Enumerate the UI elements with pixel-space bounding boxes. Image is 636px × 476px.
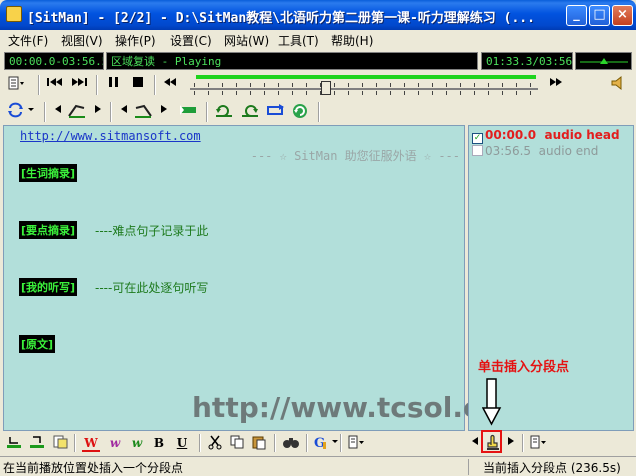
menu-tools[interactable]: 工具(T) xyxy=(278,32,319,49)
fast-forward-icon[interactable] xyxy=(546,75,566,95)
level-icon xyxy=(580,58,628,64)
app-icon[interactable] xyxy=(6,6,22,22)
paste-icon[interactable] xyxy=(250,434,268,452)
a-point-left-icon[interactable] xyxy=(52,102,64,122)
next-track-icon[interactable] xyxy=(70,75,90,95)
segment-checkbox[interactable] xyxy=(472,145,483,156)
format-menu-icon[interactable] xyxy=(346,434,368,452)
repeat-once-icon[interactable] xyxy=(214,102,234,122)
mode-display: 区域复读 - Playing xyxy=(106,52,478,70)
b-point-left-icon[interactable] xyxy=(118,102,130,122)
status-insert-point: 当前插入分段点 (236.5s) xyxy=(468,459,634,475)
set-a-point-icon[interactable] xyxy=(66,102,88,122)
pause-icon[interactable] xyxy=(104,75,124,95)
menu-view[interactable]: 视图(V) xyxy=(61,32,103,49)
purple-word-button[interactable]: w xyxy=(106,434,124,452)
menu-website[interactable]: 网站(W) xyxy=(224,32,269,49)
menu-bar: 文件(F) 视图(V) 操作(P) 设置(C) 网站(W) 工具(T) 帮助(H… xyxy=(0,30,636,50)
stop-icon[interactable] xyxy=(128,75,148,95)
website-link[interactable]: http://www.sitmansoft.com xyxy=(20,129,201,143)
previous-track-icon[interactable] xyxy=(44,75,64,95)
volume-meter xyxy=(575,52,632,70)
green-word-button[interactable]: w xyxy=(128,434,146,452)
dictation-hint: ----可在此处逐句听写 xyxy=(95,281,209,295)
lcd-status-row: 00:00.0-03:56.5 区域复读 - Playing 01:33.3/0… xyxy=(0,50,636,72)
notes-editor[interactable]: http://www.sitmansoft.com --- ☆ SitMan 助… xyxy=(3,125,500,431)
menu-file[interactable]: 文件(F) xyxy=(8,32,48,49)
window-title: [SitMan] - [2/2] - D:\SitMan教程\北语听力第二册第一… xyxy=(27,11,535,26)
insert-below-icon[interactable] xyxy=(27,434,47,452)
loop-range-icon[interactable] xyxy=(266,102,286,122)
prev-segment-icon[interactable] xyxy=(470,434,480,452)
segment-time: 00:00.0 xyxy=(485,128,537,142)
underline-button[interactable]: U xyxy=(173,434,191,452)
cut-icon[interactable] xyxy=(206,434,224,452)
segment-time: 03:56.5 xyxy=(485,144,532,158)
keypoints-tag: [要点摘录] xyxy=(19,221,78,239)
bottom-toolbar: W w w B U G xyxy=(0,431,636,455)
segment-item[interactable]: ✓ 00:00.0 audio head xyxy=(472,128,620,144)
find-icon[interactable] xyxy=(282,434,300,452)
loop-dropdown-icon[interactable] xyxy=(26,102,36,122)
vocab-tag: [生词摘录] xyxy=(19,164,78,182)
next-segment-icon[interactable] xyxy=(506,434,516,452)
segment-checkbox[interactable]: ✓ xyxy=(472,133,483,144)
refresh-icon[interactable] xyxy=(290,102,310,122)
slogan-text: --- ☆ SitMan 助您征服外语 ☆ --- xyxy=(250,149,460,163)
watermark-text: http://www.tcsol.cn xyxy=(192,391,500,424)
down-arrow-icon xyxy=(482,378,502,426)
range-display: 00:00.0-03:56.5 xyxy=(4,52,104,70)
rewind-icon[interactable] xyxy=(160,75,180,95)
segment-menu-icon[interactable] xyxy=(528,434,550,452)
b-point-right-icon[interactable] xyxy=(158,102,170,122)
bold-button[interactable]: B xyxy=(150,434,168,452)
menu-operate[interactable]: 操作(P) xyxy=(115,32,156,49)
menu-settings[interactable]: 设置(C) xyxy=(170,32,212,49)
seek-slider-track[interactable] xyxy=(190,88,538,90)
maximize-button[interactable]: □ xyxy=(589,5,610,26)
close-button[interactable]: × xyxy=(612,5,633,26)
segment-label: audio end xyxy=(538,144,599,158)
minimize-button[interactable]: _ xyxy=(566,5,587,26)
dictation-tag: [我的听写] xyxy=(19,278,78,296)
keypoints-hint: ----难点句子记录于此 xyxy=(95,224,209,238)
playlist-menu-icon[interactable] xyxy=(6,75,26,95)
red-word-button[interactable]: W xyxy=(82,434,100,452)
copy-icon[interactable] xyxy=(228,434,246,452)
loop-toolbar xyxy=(0,99,636,125)
loop-mode-icon[interactable] xyxy=(6,102,26,122)
original-text-tag: [原文] xyxy=(19,335,56,353)
status-hint: 在当前播放位置处插入一个分段点 xyxy=(3,461,184,475)
speaker-icon[interactable] xyxy=(608,75,628,95)
position-display: 01:33.3/03:56.5 xyxy=(481,52,573,70)
a-point-right-icon[interactable] xyxy=(92,102,104,122)
insert-line-icon[interactable] xyxy=(4,434,24,452)
status-bar: 在当前播放位置处插入一个分段点 当前插入分段点 (236.5s) xyxy=(0,456,636,476)
insert-split-callout: 单击插入分段点 xyxy=(478,360,570,375)
title-bar[interactable]: [SitMan] - [2/2] - D:\SitMan教程\北语听力第二册第一… xyxy=(0,0,636,30)
set-b-point-icon[interactable] xyxy=(132,102,154,122)
google-search-icon[interactable]: G xyxy=(312,434,330,452)
ab-range-icon[interactable] xyxy=(178,102,198,122)
segment-label: audio head xyxy=(544,128,620,142)
segment-item[interactable]: 03:56.5 audio end xyxy=(472,144,598,158)
search-dropdown-icon[interactable] xyxy=(331,434,339,452)
highlight-box xyxy=(481,430,502,453)
copy-text-icon[interactable] xyxy=(50,434,70,452)
menu-help[interactable]: 帮助(H) xyxy=(331,32,373,49)
repeat-twice-icon[interactable] xyxy=(240,102,260,122)
seek-slider-thumb[interactable] xyxy=(321,81,331,95)
